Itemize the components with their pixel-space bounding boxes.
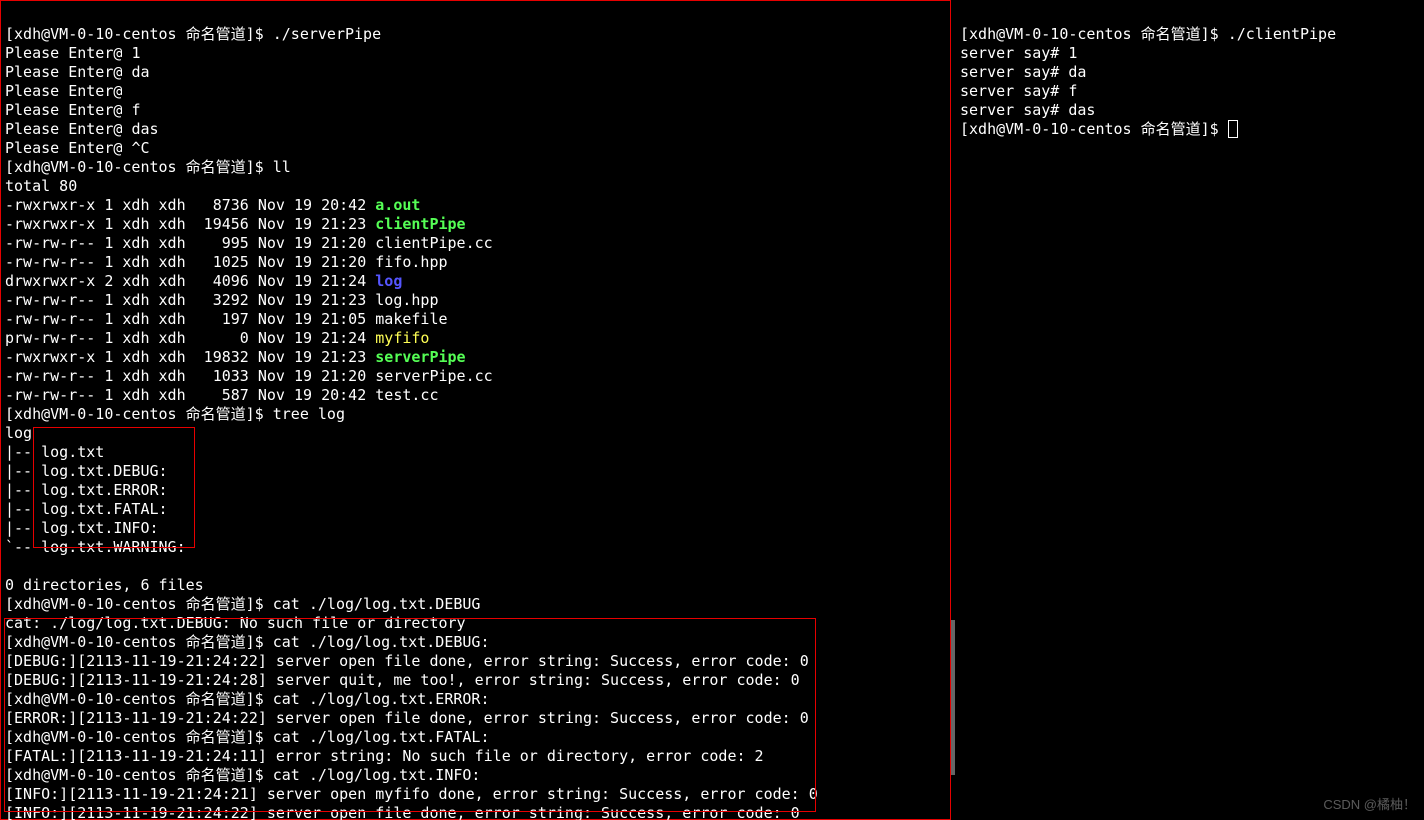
output-line: Please Enter@ das <box>5 120 159 138</box>
ls-row: -rw-rw-r-- 1 xdh xdh 3292 Nov 19 21:23 l… <box>5 291 438 309</box>
highlight-box-tree <box>33 427 195 548</box>
output-line: Please Enter@ f <box>5 101 140 119</box>
ls-row: -rwxrwxr-x 1 xdh xdh 19456 Nov 19 21:23 … <box>5 215 466 233</box>
prompt: [xdh@VM-0-10-centos 命名管道]$ <box>5 25 273 43</box>
output-line: Please Enter@ da <box>5 63 150 81</box>
command: cat ./log/log.txt.DEBUG <box>273 595 481 613</box>
prompt: [xdh@VM-0-10-centos 命名管道]$ <box>960 120 1228 138</box>
prompt: [xdh@VM-0-10-centos 命名管道]$ <box>5 595 273 613</box>
cursor-icon <box>1228 120 1238 138</box>
terminal-right[interactable]: [xdh@VM-0-10-centos 命名管道]$ ./clientPipe … <box>955 0 1424 820</box>
ls-row: -rw-rw-r-- 1 xdh xdh 1025 Nov 19 21:20 f… <box>5 253 448 271</box>
ls-row: -rw-rw-r-- 1 xdh xdh 995 Nov 19 21:20 cl… <box>5 234 493 252</box>
output-line: Please Enter@ 1 <box>5 44 140 62</box>
watermark: CSDN @橘柚！ <box>1323 795 1416 814</box>
command: ./serverPipe <box>273 25 381 43</box>
output-line: server say# f <box>960 82 1077 100</box>
highlight-box-logs <box>4 618 816 812</box>
ls-row: -rwxrwxr-x 1 xdh xdh 19832 Nov 19 21:23 … <box>5 348 466 366</box>
tree-summary: 0 directories, 6 files <box>5 576 204 594</box>
ls-row: -rw-rw-r-- 1 xdh xdh 587 Nov 19 20:42 te… <box>5 386 438 404</box>
output-line: server say# da <box>960 63 1086 81</box>
output-line: Please Enter@ ^C <box>5 139 150 157</box>
output-line: total 80 <box>5 177 77 195</box>
ls-row: prw-rw-r-- 1 xdh xdh 0 Nov 19 21:24 myfi… <box>5 329 429 347</box>
command: ./clientPipe <box>1228 25 1336 43</box>
ls-row: drwxrwxr-x 2 xdh xdh 4096 Nov 19 21:24 l… <box>5 272 402 290</box>
prompt: [xdh@VM-0-10-centos 命名管道]$ <box>960 25 1228 43</box>
prompt: [xdh@VM-0-10-centos 命名管道]$ <box>5 158 273 176</box>
output-line: server say# das <box>960 101 1095 119</box>
screenshot-root: [xdh@VM-0-10-centos 命名管道]$ ./serverPipe … <box>0 0 1424 820</box>
tree-root: log <box>5 424 32 442</box>
output-line: Please Enter@ <box>5 82 131 100</box>
command: tree log <box>273 405 345 423</box>
output-line: server say# 1 <box>960 44 1077 62</box>
ls-row: -rw-rw-r-- 1 xdh xdh 197 Nov 19 21:05 ma… <box>5 310 448 328</box>
prompt: [xdh@VM-0-10-centos 命名管道]$ <box>5 405 273 423</box>
command: ll <box>273 158 291 176</box>
ls-row: -rw-rw-r-- 1 xdh xdh 1033 Nov 19 21:20 s… <box>5 367 493 385</box>
ls-row: -rwxrwxr-x 1 xdh xdh 8736 Nov 19 20:42 a… <box>5 196 420 214</box>
